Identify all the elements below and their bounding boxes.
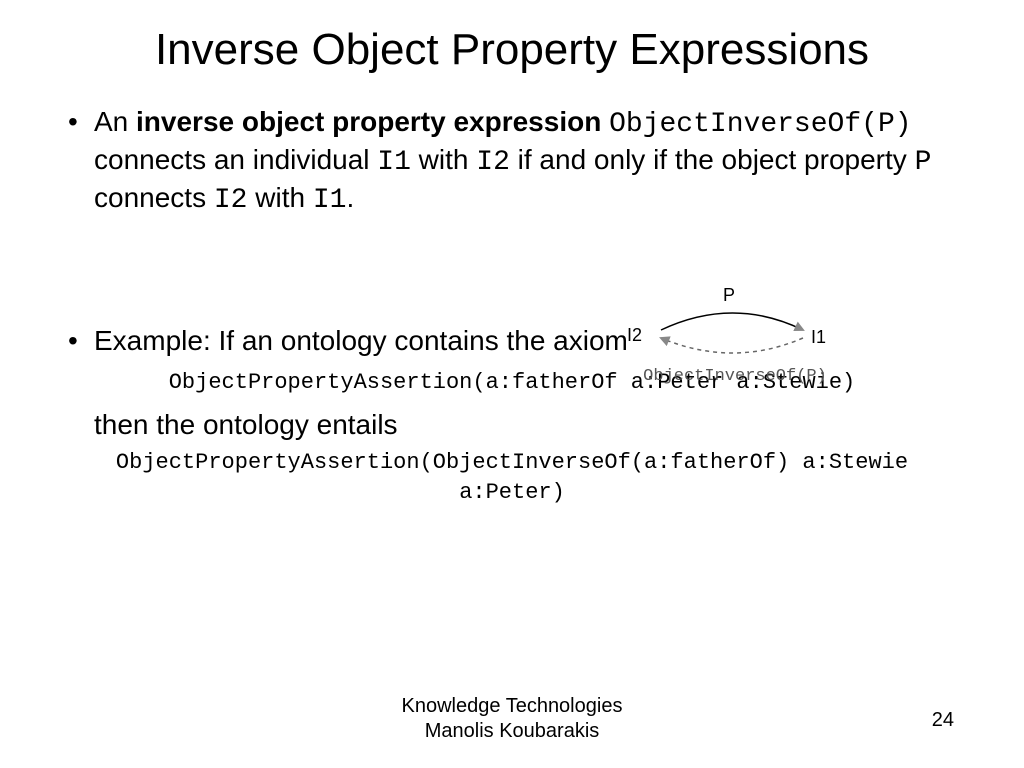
b2-code2a: ObjectPropertyAssertion(ObjectInverseOf(… <box>60 448 964 478</box>
b2-code2: ObjectPropertyAssertion(ObjectInverseOf(… <box>60 448 964 507</box>
diagram-caption: ObjectInverseOf(P) <box>615 366 855 387</box>
b2-text: Example: If an ontology contains the axi… <box>94 325 628 356</box>
diagram-label-p: P <box>723 284 735 307</box>
b2-then: then the ontology entails <box>60 407 964 442</box>
b1-end: . <box>346 182 354 213</box>
slide-content: An inverse object property expression Ob… <box>60 104 964 508</box>
b1-code1: ObjectInverseOf(P) <box>609 109 911 140</box>
b1-m5: with <box>247 182 312 213</box>
footer-line2: Manolis Koubarakis <box>0 719 1024 744</box>
b1-p: P <box>915 147 932 178</box>
b1-bold: inverse object property expression <box>136 106 601 137</box>
b1-i1b: I1 <box>313 185 347 216</box>
footer-line1: Knowledge Technologies <box>0 694 1024 719</box>
b1-i1: I1 <box>377 147 411 178</box>
b1-pre: An <box>94 106 136 137</box>
b1-i2: I2 <box>476 147 510 178</box>
bullet-2: Example: If an ontology contains the axi… <box>60 323 964 358</box>
bullet-1: An inverse object property expression Ob… <box>60 104 964 218</box>
slide-title: Inverse Object Property Expressions <box>60 25 964 76</box>
b1-m3: if and only if the object property <box>510 144 915 175</box>
b1-m4: connects <box>94 182 214 213</box>
slide-footer: Knowledge Technologies Manolis Koubaraki… <box>0 694 1024 744</box>
b1-i2b: I2 <box>214 185 248 216</box>
b1-m1: connects an individual <box>94 144 377 175</box>
b2-code2b: a:Peter) <box>60 478 964 508</box>
page-number: 24 <box>932 709 954 732</box>
b1-m2: with <box>411 144 476 175</box>
